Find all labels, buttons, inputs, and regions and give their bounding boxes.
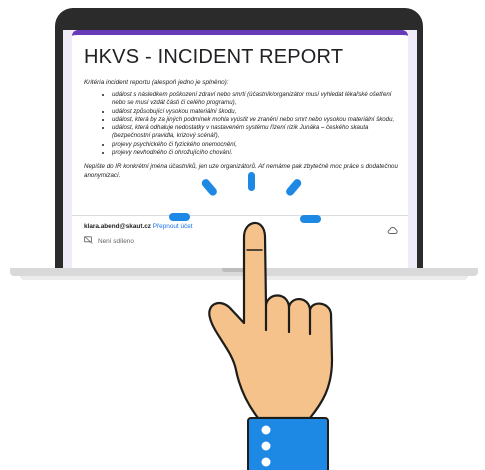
tap-marks-icon xyxy=(169,172,321,223)
hand-icon xyxy=(208,221,334,420)
pointing-hand-illustration xyxy=(169,172,334,470)
sleeve-icon xyxy=(247,417,329,470)
